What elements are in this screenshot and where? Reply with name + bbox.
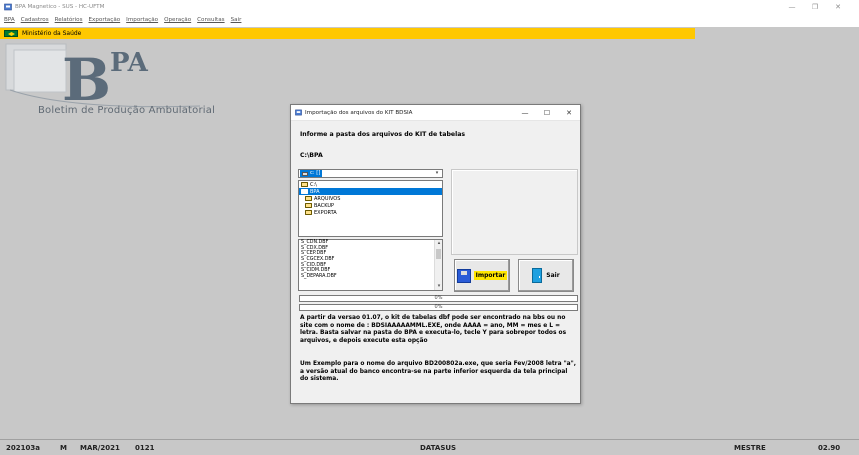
progress-bar-records: 0% bbox=[299, 304, 578, 311]
status-code: 0121 bbox=[135, 444, 155, 452]
ministry-banner: Ministério da Saúde bbox=[0, 28, 695, 39]
window-title: BPA Magnetico - SUS - HC-UFTM bbox=[15, 3, 105, 10]
bpa-logo: B PA Boletim de Produção Ambulatorial bbox=[0, 40, 240, 130]
exit-button[interactable]: Sair bbox=[518, 259, 574, 292]
folder-icon bbox=[305, 203, 312, 208]
app-icon bbox=[4, 3, 12, 10]
restore-button[interactable]: ❐ bbox=[806, 0, 824, 13]
chevron-down-icon[interactable]: ▾ bbox=[435, 283, 443, 290]
dir-item-exporta[interactable]: EXPORTA bbox=[299, 209, 442, 216]
progress-percent: 0% bbox=[434, 295, 443, 301]
status-mode: M bbox=[60, 444, 67, 452]
logo-letter-b: B bbox=[62, 46, 111, 114]
folder-open-icon bbox=[301, 189, 308, 194]
status-user: MESTRE bbox=[734, 444, 766, 452]
dialog-titlebar[interactable]: Importação dos arquivos do KIT BDSIA — ☐… bbox=[291, 105, 580, 121]
menubar: BPA Cadastros Relatórios Exportação Impo… bbox=[0, 13, 859, 27]
progress-bar-files: 0% bbox=[299, 295, 578, 302]
menu-operacao[interactable]: Operação bbox=[164, 17, 191, 23]
drive-selected: c: [] bbox=[300, 170, 323, 177]
menu-bpa[interactable]: BPA bbox=[4, 17, 15, 23]
file-list[interactable]: S_CDN.DBF S_CDX.DBF S_CEP.DBF S_CGCEX.DB… bbox=[298, 239, 443, 291]
current-path: C:\BPA bbox=[300, 152, 323, 159]
ministry-name: Ministério da Saúde bbox=[22, 30, 82, 37]
menu-exportacao[interactable]: Exportação bbox=[89, 17, 121, 23]
directory-list[interactable]: C:\ BPA ARQUIVOS BACKUP EXPORTA bbox=[298, 180, 443, 237]
dir-item-backup[interactable]: BACKUP bbox=[299, 202, 442, 209]
door-exit-icon bbox=[532, 268, 543, 283]
dir-item-arquivos[interactable]: ARQUIVOS bbox=[299, 195, 442, 202]
info-text-example: Um Exemplo para o nome do arquivo BD2008… bbox=[300, 361, 576, 383]
folder-icon bbox=[305, 210, 312, 215]
chevron-up-icon[interactable]: ▴ bbox=[435, 240, 443, 247]
status-version-code: 202103a bbox=[6, 444, 40, 452]
file-item[interactable]: S_DEPARA.DBF bbox=[299, 274, 442, 280]
dir-item-bpa[interactable]: BPA bbox=[299, 188, 442, 195]
dialog-close-button[interactable]: ✕ bbox=[559, 106, 579, 119]
dialog-maximize-button[interactable]: ☐ bbox=[537, 106, 557, 119]
status-org: DATASUS bbox=[420, 444, 457, 452]
status-competence: MAR/2021 bbox=[80, 444, 120, 452]
folder-prompt: Informe a pasta dos arquivos do KIT de t… bbox=[300, 131, 466, 138]
status-app-version: 02.90 bbox=[818, 444, 841, 452]
close-button[interactable]: ✕ bbox=[829, 0, 847, 13]
drive-icon bbox=[302, 171, 308, 176]
exit-button-label: Sair bbox=[546, 272, 560, 279]
menu-consultas[interactable]: Consultas bbox=[197, 17, 224, 23]
brazil-flag-icon bbox=[4, 30, 18, 37]
folder-icon bbox=[305, 196, 312, 201]
floppy-disk-icon bbox=[456, 268, 471, 283]
dialog-minimize-button[interactable]: — bbox=[515, 106, 535, 119]
statusbar: 202103a M MAR/2021 0121 DATASUS MESTRE 0… bbox=[0, 439, 859, 455]
dialog-app-icon bbox=[295, 109, 302, 116]
preview-pane bbox=[451, 169, 578, 255]
menu-cadastros[interactable]: Cadastros bbox=[21, 17, 49, 23]
dir-item-root[interactable]: C:\ bbox=[299, 181, 442, 188]
logo-letters-pa: PA bbox=[110, 48, 148, 78]
menu-relatorios[interactable]: Relatórios bbox=[55, 17, 83, 23]
info-text-kit: A partir da versao 01.07, o kit de tabel… bbox=[300, 315, 567, 344]
chevron-down-icon[interactable]: ▾ bbox=[433, 170, 441, 177]
drive-select[interactable]: c: [] ▾ bbox=[298, 169, 443, 178]
minimize-button[interactable]: — bbox=[783, 0, 801, 13]
progress-percent: 0% bbox=[434, 304, 443, 310]
menu-sair[interactable]: Sair bbox=[231, 17, 242, 23]
import-button-label: Importar bbox=[473, 271, 508, 280]
logo-subtitle: Boletim de Produção Ambulatorial bbox=[38, 105, 216, 116]
scrollbar-thumb[interactable] bbox=[436, 249, 441, 259]
import-button[interactable]: Importar bbox=[454, 259, 510, 292]
dialog-title: Importação dos arquivos do KIT BDSIA bbox=[305, 109, 413, 116]
menu-importacao[interactable]: Importação bbox=[126, 17, 158, 23]
folder-open-icon bbox=[301, 182, 308, 187]
import-kit-dialog: Importação dos arquivos do KIT BDSIA — ☐… bbox=[290, 104, 581, 404]
drive-label: c: [] bbox=[310, 170, 321, 176]
file-list-scrollbar[interactable]: ▴ ▾ bbox=[434, 240, 442, 290]
window-titlebar: BPA Magnetico - SUS - HC-UFTM — ❐ ✕ bbox=[0, 0, 859, 13]
